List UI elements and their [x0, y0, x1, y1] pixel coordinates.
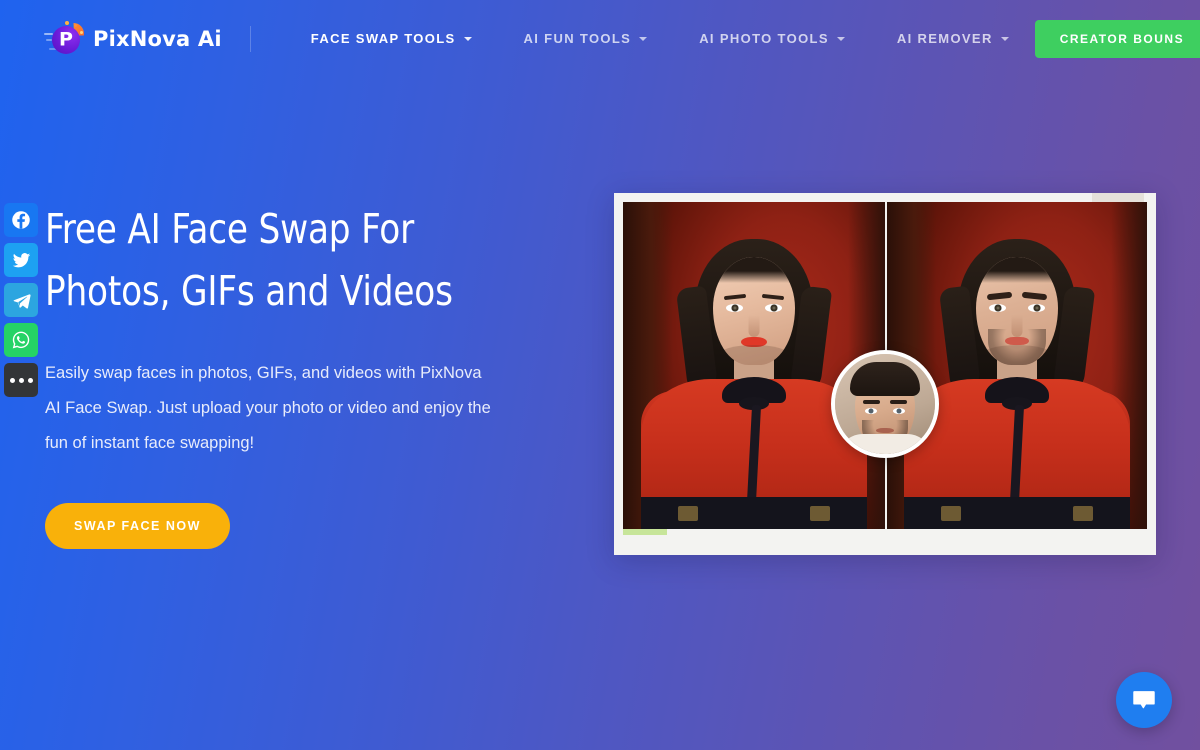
creator-bonus-button[interactable]: CREATOR BOUNS: [1034, 19, 1200, 58]
twitter-icon: [12, 252, 30, 267]
share-whatsapp-button[interactable]: [4, 323, 38, 357]
hero-description: Easily swap faces in photos, GIFs, and v…: [45, 364, 491, 452]
brand-logo[interactable]: PixNova Ai: [44, 19, 222, 59]
chevron-down-icon: [836, 37, 845, 41]
site-header: PixNova Ai FACE SWAP TOOLS AI FUN TOOLS …: [0, 0, 1200, 77]
pixnova-p-logo-icon: [44, 20, 86, 58]
telegram-icon: [13, 293, 31, 309]
nav-item-label: AI REMOVER: [896, 31, 993, 46]
chat-support-button[interactable]: [1116, 672, 1172, 728]
whatsapp-icon: [12, 331, 30, 349]
facebook-icon: [12, 211, 30, 229]
social-share-rail: [4, 203, 38, 397]
page-title: Free AI Face Swap For Photos, GIFs and V…: [45, 205, 453, 315]
more-dots-icon: [9, 377, 33, 383]
nav-item-ai-remover[interactable]: AI REMOVER: [871, 31, 1035, 46]
share-facebook-button[interactable]: [4, 203, 38, 237]
source-face-avatar: [831, 349, 939, 458]
nav-item-label: FACE SWAP TOOLS: [310, 31, 456, 46]
share-more-button[interactable]: [4, 363, 38, 397]
nav-item-label: AI FUN TOOLS: [523, 31, 632, 46]
share-twitter-button[interactable]: [4, 243, 38, 277]
share-telegram-button[interactable]: [4, 283, 38, 317]
nav-item-ai-photo-tools[interactable]: AI PHOTO TOOLS: [673, 31, 871, 46]
nav-item-face-swap-tools[interactable]: FACE SWAP TOOLS: [285, 31, 498, 46]
hero-image-frame: [614, 193, 1156, 555]
chat-bubble-icon: [1133, 691, 1155, 709]
swap-face-now-button[interactable]: SWAP FACE NOW: [45, 503, 230, 549]
header-divider: [249, 25, 251, 52]
face-swap-comparison: [623, 202, 1147, 529]
chevron-down-icon: [463, 37, 472, 41]
nav-item-label: AI PHOTO TOOLS: [699, 31, 829, 46]
hero-content: Free AI Face Swap For Photos, GIFs and V…: [45, 198, 565, 549]
brand-name: PixNova Ai: [93, 26, 222, 51]
main-nav: FACE SWAP TOOLS AI FUN TOOLS AI PHOTO TO…: [285, 31, 1035, 46]
chevron-down-icon: [639, 37, 648, 41]
nav-item-ai-fun-tools[interactable]: AI FUN TOOLS: [498, 31, 674, 46]
chevron-down-icon: [1000, 37, 1009, 41]
